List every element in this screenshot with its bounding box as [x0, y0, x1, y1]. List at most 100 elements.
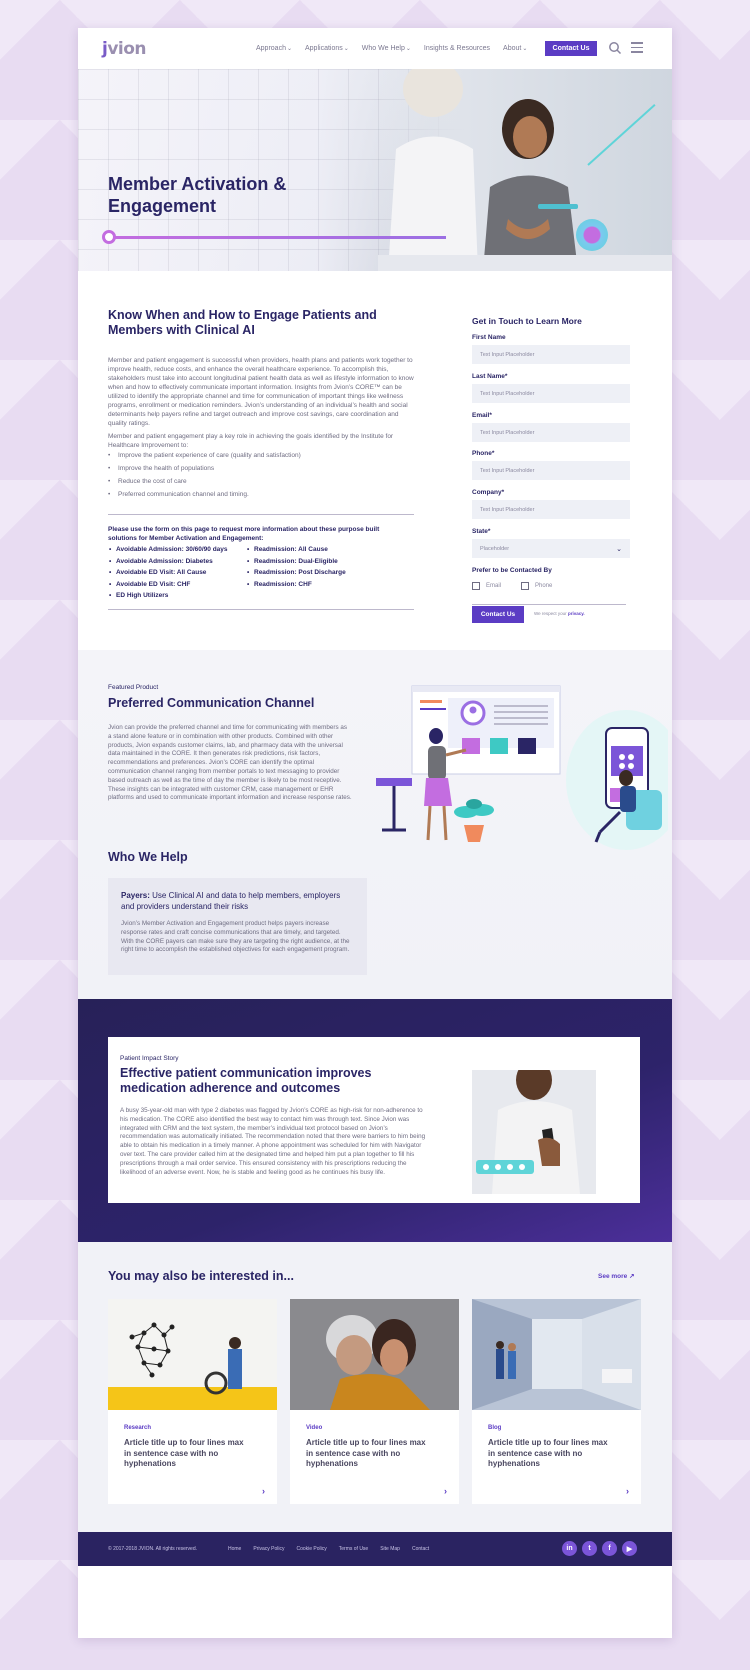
email-checkbox-label: Email: [486, 583, 502, 589]
youtube-icon[interactable]: ▶: [622, 1541, 637, 1556]
featured-product-section: Featured Product Preferred Communication…: [78, 650, 672, 999]
nav-link-applications[interactable]: Applications⌄: [305, 45, 349, 52]
search-icon[interactable]: [608, 41, 622, 55]
video-card-image: [290, 1299, 459, 1410]
list-item: Reduce the cost of care: [108, 478, 408, 491]
chevron-right-icon[interactable]: ›: [626, 1486, 629, 1496]
twitter-icon[interactable]: t: [582, 1541, 597, 1556]
card-category: Research: [124, 1425, 152, 1431]
story-body: A busy 35-year-old man with type 2 diabe…: [120, 1107, 426, 1176]
linkedin-icon[interactable]: in: [562, 1541, 577, 1556]
phone-label: Phone*: [472, 450, 495, 457]
chevron-down-icon: ⌄: [616, 545, 622, 553]
card-title: Article title up to four lines max in se…: [124, 1438, 244, 1468]
phone-checkbox[interactable]: Phone: [521, 582, 552, 590]
hamburger-menu-icon[interactable]: [631, 42, 643, 53]
impact-story-card: Patient Impact Story Effective patient c…: [108, 1037, 640, 1203]
related-card-research[interactable]: Research Article title up to four lines …: [108, 1299, 277, 1504]
divider: [108, 514, 414, 515]
email-label: Email*: [472, 412, 492, 419]
blog-card-image: [472, 1299, 641, 1410]
email-checkbox[interactable]: Email: [472, 582, 501, 590]
form-divider: [472, 604, 626, 605]
page: jvion Approach⌄ Applications⌄ Who We Hel…: [78, 28, 672, 1638]
communication-illustration: [376, 685, 668, 850]
story-photo: [472, 1070, 596, 1194]
last-name-label: Last Name*: [472, 373, 508, 380]
footer-link-cookie[interactable]: Cookie Policy: [296, 1546, 326, 1552]
hero-decor-line: [110, 236, 446, 239]
solution-item: ED High Utilizers: [108, 592, 246, 599]
facebook-icon[interactable]: f: [602, 1541, 617, 1556]
card-category: Blog: [488, 1425, 502, 1431]
solution-item: Avoidable ED Visit: CHF: [108, 581, 246, 588]
solution-item: Readmission: Post Discharge: [246, 569, 396, 576]
solutions-list: Avoidable Admission: 30/60/90 days Readm…: [108, 546, 408, 599]
list-item: Preferred communication channel and timi…: [108, 491, 408, 504]
article-title: Know When and How to Engage Patients and…: [108, 308, 377, 337]
story-eyebrow: Patient Impact Story: [120, 1055, 179, 1062]
featured-eyebrow: Featured Product: [108, 684, 159, 691]
first-name-label: First Name: [472, 334, 506, 341]
first-name-field[interactable]: Text Input Placeholder: [472, 345, 630, 364]
arrow-up-right-icon: ↗: [629, 1273, 635, 1280]
company-label: Company*: [472, 489, 505, 496]
footer-link-home[interactable]: Home: [228, 1546, 241, 1552]
article-paragraph-2: Member and patient engagement play a key…: [108, 433, 394, 449]
solution-item: Readmission: CHF: [246, 581, 396, 588]
state-select[interactable]: Placeholder ⌄: [472, 539, 630, 558]
nav-links: Approach⌄ Applications⌄ Who We Help⌄ Ins…: [256, 28, 527, 69]
who-we-help-title: Who We Help: [108, 850, 188, 864]
email-field[interactable]: Text Input Placeholder: [472, 423, 630, 442]
social-links: in t f ▶: [562, 1541, 637, 1556]
card-title: Article title up to four lines max in se…: [306, 1438, 426, 1468]
solution-item: Readmission: Dual-Eligible: [246, 558, 396, 565]
jvion-logo[interactable]: jvion: [102, 39, 147, 59]
last-name-field[interactable]: Text Input Placeholder: [472, 384, 630, 403]
footer-link-privacy[interactable]: Privacy Policy: [253, 1546, 284, 1552]
list-item: Improve the patient experience of care (…: [108, 452, 408, 465]
contact-us-button[interactable]: Contact Us: [545, 41, 597, 56]
privacy-link[interactable]: privacy.: [568, 611, 585, 616]
related-card-video[interactable]: Video Article title up to four lines max…: [290, 1299, 459, 1504]
featured-body: Jvion can provide the preferred channel …: [108, 724, 352, 802]
page-title: Member Activation & Engagement: [108, 174, 287, 216]
footer-link-contact[interactable]: Contact: [412, 1546, 429, 1552]
footer-link-terms[interactable]: Terms of Use: [339, 1546, 368, 1552]
footer-links: Home Privacy Policy Cookie Policy Terms …: [228, 1546, 429, 1552]
hero-decor-dot: [102, 230, 116, 244]
payers-card: Payers: Use Clinical AI and data to help…: [108, 878, 367, 975]
hero-decor-circle: [576, 219, 608, 251]
solutions-lead: Please use the form on this page to requ…: [108, 526, 380, 542]
list-item: Improve the health of populations: [108, 465, 408, 478]
featured-title: Preferred Communication Channel: [108, 696, 315, 710]
card-title: Article title up to four lines max in se…: [488, 1438, 608, 1468]
payers-card-title: Payers: Use Clinical AI and data to help…: [121, 891, 341, 911]
card-category: Video: [306, 1425, 323, 1431]
nav-link-who-we-help[interactable]: Who We Help⌄: [362, 45, 411, 52]
footer-link-sitemap[interactable]: Site Map: [380, 1546, 400, 1552]
form-title: Get in Touch to Learn More: [472, 316, 582, 326]
story-title: Effective patient communication improves…: [120, 1066, 372, 1095]
state-label: State*: [472, 528, 491, 535]
company-field[interactable]: Text Input Placeholder: [472, 500, 630, 519]
see-more-link[interactable]: See more ↗: [598, 1272, 635, 1280]
nav-link-insights[interactable]: Insights & Resources: [424, 45, 490, 52]
chevron-right-icon[interactable]: ›: [444, 1486, 447, 1496]
solution-item: Avoidable Admission: 30/60/90 days: [108, 546, 246, 553]
article-paragraph-1: Member and patient engagement is success…: [108, 357, 414, 427]
phone-field[interactable]: Text Input Placeholder: [472, 461, 630, 480]
solution-item: Avoidable ED Visit: All Cause: [108, 569, 246, 576]
related-title: You may also be interested in...: [108, 1269, 294, 1283]
goals-list: Improve the patient experience of care (…: [108, 452, 408, 504]
nav-link-approach[interactable]: Approach⌄: [256, 45, 292, 52]
research-card-image: [108, 1299, 277, 1410]
chevron-right-icon[interactable]: ›: [262, 1486, 265, 1496]
nav-link-about[interactable]: About⌄: [503, 45, 527, 52]
related-card-blog[interactable]: Blog Article title up to four lines max …: [472, 1299, 641, 1504]
solution-item: Readmission: All Cause: [246, 546, 396, 553]
contact-pref-label: Prefer to be Contacted By: [472, 567, 552, 574]
top-nav: jvion Approach⌄ Applications⌄ Who We Hel…: [78, 28, 672, 69]
form-submit-button[interactable]: Contact Us: [472, 606, 524, 623]
hero-banner: Member Activation & Engagement: [78, 69, 672, 271]
